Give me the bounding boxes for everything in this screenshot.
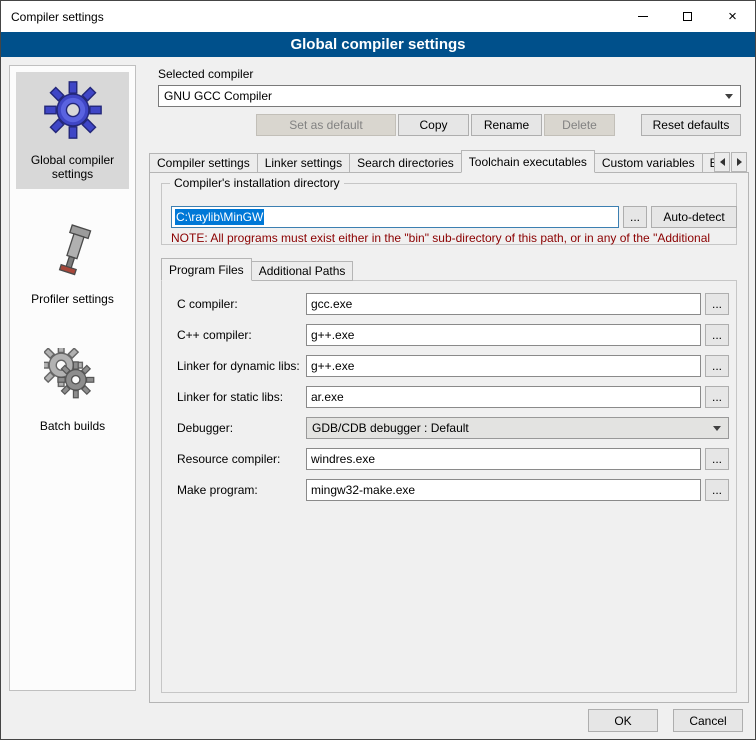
sidebar-item-global-compiler-settings[interactable]: Global compiler settings bbox=[16, 72, 129, 189]
field-row-c-compiler: C compiler: gcc.exe ... bbox=[1, 293, 756, 315]
settings-sidebar: Global compiler settings Profiler settin… bbox=[9, 65, 136, 691]
minimize-icon bbox=[638, 16, 648, 17]
tab-program-files[interactable]: Program Files bbox=[161, 258, 252, 281]
linker-dynamic-value: g++.exe bbox=[311, 359, 354, 373]
program-files-tabstrip: Program Files Additional Paths bbox=[161, 258, 352, 281]
close-button[interactable]: × bbox=[710, 1, 755, 32]
tab-scroll-arrows bbox=[713, 152, 747, 172]
field-row-linker-static: Linker for static libs: ar.exe ... bbox=[1, 386, 756, 408]
selected-compiler-dropdown[interactable]: GNU GCC Compiler bbox=[158, 85, 741, 107]
chevron-down-icon bbox=[725, 94, 733, 99]
make-program-label: Make program: bbox=[177, 483, 258, 497]
rename-button[interactable]: Rename bbox=[471, 114, 542, 136]
installation-directory-value: C:\raylib\MinGW bbox=[175, 209, 264, 225]
maximize-button[interactable] bbox=[665, 1, 710, 32]
c-compiler-label: C compiler: bbox=[177, 297, 238, 311]
field-row-cpp-compiler: C++ compiler: g++.exe ... bbox=[1, 324, 756, 346]
field-row-resource-compiler: Resource compiler: windres.exe ... bbox=[1, 448, 756, 470]
selected-compiler-label: Selected compiler bbox=[158, 67, 253, 81]
profiler-tool-icon bbox=[45, 223, 101, 282]
settings-tabstrip: Compiler settings Linker settings Search… bbox=[149, 150, 715, 173]
gear-blue-icon bbox=[43, 80, 103, 143]
c-compiler-browse-button[interactable]: ... bbox=[705, 293, 729, 315]
directory-note: NOTE: All programs must exist either in … bbox=[171, 231, 731, 245]
window-controls: × bbox=[620, 1, 755, 32]
cpp-compiler-browse-button[interactable]: ... bbox=[705, 324, 729, 346]
cancel-button[interactable]: Cancel bbox=[673, 709, 743, 732]
linker-static-label: Linker for static libs: bbox=[177, 390, 283, 404]
debugger-label: Debugger: bbox=[177, 421, 233, 435]
arrow-left-icon bbox=[720, 158, 725, 166]
cpp-compiler-label: C++ compiler: bbox=[177, 328, 252, 342]
tab-toolchain-executables[interactable]: Toolchain executables bbox=[461, 150, 595, 173]
resource-compiler-input[interactable]: windres.exe bbox=[306, 448, 701, 470]
ok-button[interactable]: OK bbox=[588, 709, 658, 732]
c-compiler-input[interactable]: gcc.exe bbox=[306, 293, 701, 315]
installation-directory-input[interactable]: C:\raylib\MinGW bbox=[171, 206, 619, 228]
make-program-input[interactable]: mingw32-make.exe bbox=[306, 479, 701, 501]
close-icon: × bbox=[728, 9, 737, 24]
linker-static-browse-button[interactable]: ... bbox=[705, 386, 729, 408]
debugger-value: GDB/CDB debugger : Default bbox=[312, 421, 469, 435]
resource-compiler-browse-button[interactable]: ... bbox=[705, 448, 729, 470]
minimize-button[interactable] bbox=[620, 1, 665, 32]
linker-dynamic-browse-button[interactable]: ... bbox=[705, 355, 729, 377]
linker-dynamic-label: Linker for dynamic libs: bbox=[177, 359, 300, 373]
tab-scroll-left-button[interactable] bbox=[714, 152, 730, 172]
reset-defaults-button[interactable]: Reset defaults bbox=[641, 114, 741, 136]
chevron-down-icon bbox=[713, 426, 721, 431]
field-row-make-program: Make program: mingw32-make.exe ... bbox=[1, 479, 756, 501]
cpp-compiler-value: g++.exe bbox=[311, 328, 354, 342]
tab-additional-paths[interactable]: Additional Paths bbox=[251, 261, 354, 281]
sidebar-item-label: Global compiler settings bbox=[18, 153, 127, 181]
field-row-linker-dynamic: Linker for dynamic libs: g++.exe ... bbox=[1, 355, 756, 377]
tab-compiler-settings[interactable]: Compiler settings bbox=[149, 153, 258, 173]
set-as-default-button[interactable]: Set as default bbox=[256, 114, 396, 136]
resource-compiler-value: windres.exe bbox=[311, 452, 375, 466]
copy-button[interactable]: Copy bbox=[398, 114, 469, 136]
maximize-icon bbox=[683, 12, 692, 21]
tab-linker-settings[interactable]: Linker settings bbox=[257, 153, 350, 173]
delete-button[interactable]: Delete bbox=[544, 114, 615, 136]
tab-search-directories[interactable]: Search directories bbox=[349, 153, 462, 173]
tab-scroll-right-button[interactable] bbox=[731, 152, 747, 172]
linker-dynamic-input[interactable]: g++.exe bbox=[306, 355, 701, 377]
window-title: Compiler settings bbox=[11, 10, 104, 24]
linker-static-input[interactable]: ar.exe bbox=[306, 386, 701, 408]
installation-directory-group-title: Compiler's installation directory bbox=[170, 176, 344, 190]
c-compiler-value: gcc.exe bbox=[311, 297, 352, 311]
cpp-compiler-input[interactable]: g++.exe bbox=[306, 324, 701, 346]
make-program-browse-button[interactable]: ... bbox=[705, 479, 729, 501]
compiler-settings-window: Compiler settings × Global compiler sett… bbox=[0, 0, 756, 740]
arrow-right-icon bbox=[737, 158, 742, 166]
selected-compiler-value: GNU GCC Compiler bbox=[164, 89, 272, 103]
browse-directory-button[interactable]: ... bbox=[623, 206, 647, 228]
resource-compiler-label: Resource compiler: bbox=[177, 452, 280, 466]
auto-detect-button[interactable]: Auto-detect bbox=[651, 206, 737, 228]
tab-custom-variables[interactable]: Custom variables bbox=[594, 153, 703, 173]
make-program-value: mingw32-make.exe bbox=[311, 483, 415, 497]
debugger-dropdown[interactable]: GDB/CDB debugger : Default bbox=[306, 417, 729, 439]
page-title: Global compiler settings bbox=[1, 32, 755, 57]
field-row-debugger: Debugger: GDB/CDB debugger : Default bbox=[1, 417, 756, 439]
linker-static-value: ar.exe bbox=[311, 390, 344, 404]
